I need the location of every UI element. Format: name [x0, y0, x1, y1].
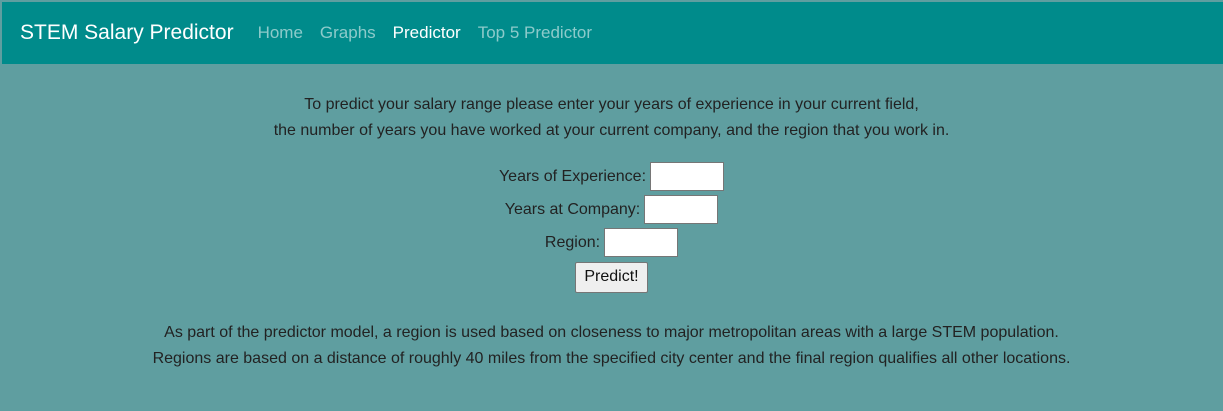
- company-row: Years at Company:: [504, 193, 719, 226]
- experience-row: Years of Experience:: [498, 160, 725, 193]
- company-input[interactable]: [644, 195, 719, 224]
- submit-row: Predict!: [575, 261, 648, 293]
- region-row: Region:: [544, 226, 679, 259]
- page: STEM Salary Predictor Home Graphs Predic…: [0, 0, 1223, 411]
- region-note: As part of the predictor model, a region…: [0, 320, 1223, 372]
- intro-line-1: To predict your salary range please ente…: [304, 96, 919, 113]
- top-navbar: STEM Salary Predictor Home Graphs Predic…: [2, 2, 1223, 64]
- nav-top5-predictor-link[interactable]: Top 5 Predictor: [478, 23, 592, 43]
- nav-graphs-link[interactable]: Graphs: [320, 23, 376, 43]
- intro-text: To predict your salary range please ente…: [0, 92, 1223, 144]
- region-input[interactable]: [604, 228, 679, 257]
- region-label: Region:: [544, 233, 601, 251]
- brand-link[interactable]: STEM Salary Predictor: [20, 21, 234, 45]
- company-label: Years at Company:: [504, 200, 641, 218]
- nav-predictor-link[interactable]: Predictor: [393, 23, 461, 43]
- predictor-form: Years of Experience: Years at Company: R…: [0, 160, 1223, 293]
- region-note-line-1: As part of the predictor model, a region…: [164, 324, 1059, 341]
- intro-line-2: the number of years you have worked at y…: [273, 122, 950, 139]
- nav-home-link[interactable]: Home: [258, 23, 303, 43]
- experience-label: Years of Experience:: [498, 167, 647, 185]
- region-note-line-2: Regions are based on a distance of rough…: [152, 350, 1071, 367]
- predict-button[interactable]: Predict!: [575, 261, 648, 293]
- experience-input[interactable]: [650, 162, 725, 191]
